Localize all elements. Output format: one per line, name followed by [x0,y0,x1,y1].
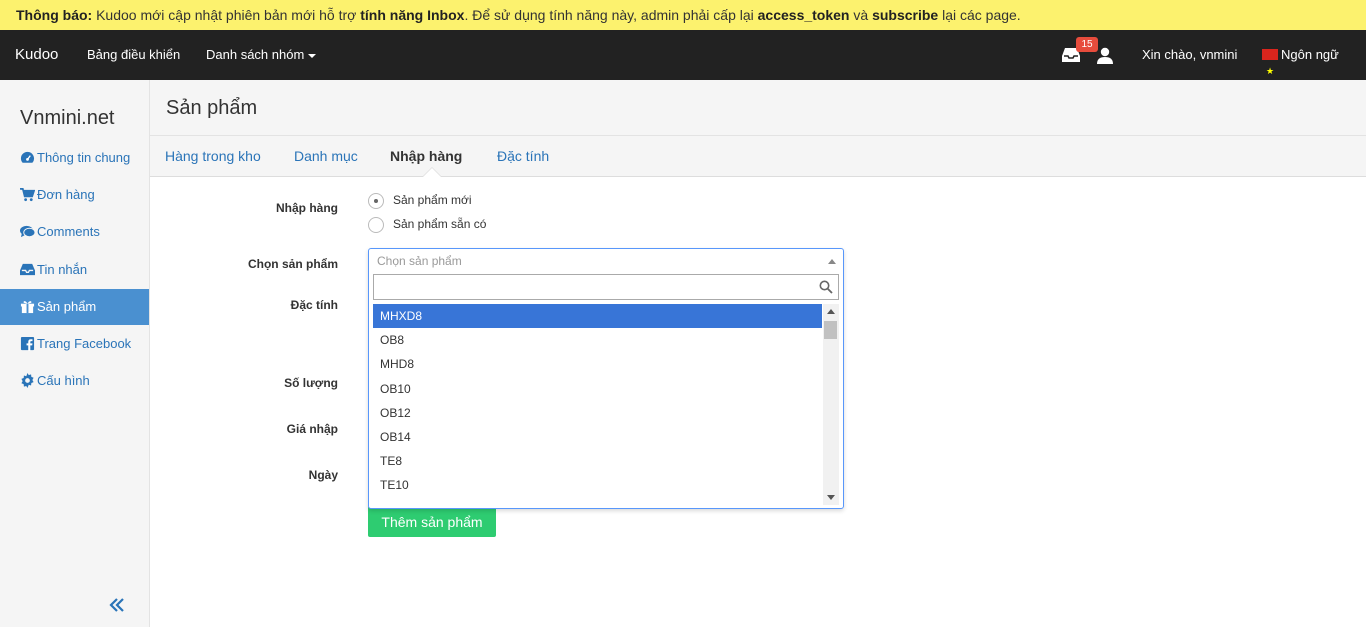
page-title: Sản phẩm [166,97,258,119]
notice-bold-inbox: tính năng Inbox [360,7,465,23]
radio-existing-product[interactable]: Sản phẩm sẵn có [368,215,486,233]
language-label: Ngôn ngữ [1281,47,1339,62]
active-tab-indicator [423,168,441,177]
sidebar-item-label: Đơn hàng [37,187,95,202]
search-icon [819,280,833,294]
select-placeholder[interactable]: Chọn sản phẩm [377,254,462,268]
tab-bar: Hàng trong kho Danh mục Nhập hàng Đặc tí… [150,136,1366,177]
sidebar-item-overview[interactable]: Thông tin chung [0,140,149,176]
sidebar-item-label: Cấu hình [37,373,90,388]
select-option[interactable]: MHXD8 [373,304,822,329]
date-label: Ngày [308,468,338,482]
select-option[interactable]: OB10 [373,377,822,401]
site-title: Vnmini.net [20,107,115,129]
inbox-count-badge: 15 [1076,37,1098,52]
select-option[interactable]: TE8 [373,449,822,473]
attribute-label: Đặc tính [290,298,338,312]
sidebar-item-settings[interactable]: Cấu hình [0,363,149,399]
nav-dashboard-link[interactable]: Bảng điều khiển [87,30,180,80]
page-header: Sản phẩm [150,80,1366,136]
scroll-up-arrow-icon[interactable] [827,309,835,314]
dashboard-icon [20,151,34,163]
top-navbar: Kudoo Bảng điều khiển Danh sách nhóm 15 … [0,30,1366,96]
tab-categories[interactable]: Danh mục [294,136,358,176]
cart-icon [20,188,36,202]
sidebar-item-label: Tin nhắn [37,262,88,277]
radio-label: Sản phẩm mới [393,193,472,207]
notice-bar: Thông báo: Kudoo mới cập nhật phiên bản … [0,0,1366,30]
sidebar-item-label: Comments [37,224,100,239]
add-product-button[interactable]: Thêm sản phẩm [368,506,496,537]
select-option[interactable]: MHD8 [373,352,822,376]
select-search-box[interactable] [373,274,839,300]
scroll-thumb[interactable] [824,321,837,339]
sidebar-item-comments[interactable]: Comments [0,214,149,250]
language-menu[interactable]: Ngôn ngữ [1262,30,1339,96]
nav-groups-dropdown[interactable]: Danh sách nhóm [206,30,317,80]
notice-text: lại các page. [938,7,1021,23]
sidebar-item-orders[interactable]: Đơn hàng [0,177,149,213]
radio-label: Sản phẩm sẵn có [393,217,487,231]
sidebar-item-messages[interactable]: Tin nhắn [0,252,149,288]
notice-prefix: Thông báo: [16,7,93,23]
user-icon[interactable] [1097,47,1113,64]
brand-link[interactable]: Kudoo [15,30,58,80]
caret-down-icon [308,53,317,58]
select-option[interactable]: OB14 [373,425,822,449]
chevron-up-icon[interactable] [828,259,836,264]
tab-inventory[interactable]: Hàng trong kho [165,136,261,176]
facebook-icon [20,336,35,351]
collapse-sidebar-icon[interactable] [108,596,126,614]
import-price-label: Giá nhập [286,422,338,436]
scroll-down-arrow-icon[interactable] [827,495,835,500]
notice-bold-token: access_token [757,7,850,23]
sidebar-item-products[interactable]: Sản phẩm [0,289,149,325]
choose-product-label: Chọn sản phẩm [247,257,338,271]
radio-button[interactable] [368,192,384,209]
radio-button[interactable] [368,216,384,233]
select-option[interactable]: OB8 [373,328,822,352]
options-scrollbar[interactable] [823,304,839,505]
nav-groups-label: Danh sách nhóm [206,47,305,62]
notice-bold-subscribe: subscribe [872,7,939,23]
radio-new-product[interactable]: Sản phẩm mới [368,191,472,209]
notice-text: và [849,7,873,23]
notice-text: Kudoo mới cập nhật phiên bản mới hỗ trợ [92,7,361,23]
gift-icon [20,301,35,314]
quantity-label: Số lượng [284,376,338,390]
sidebar-item-label: Sản phẩm [37,299,97,314]
select-search-input[interactable] [374,275,838,299]
user-greeting[interactable]: Xin chào, vnmini [1142,30,1237,80]
select-options-list: MHXD8 OB8 MHD8 OB10 OB12 OB14 TE8 TE10 [373,304,822,505]
sidebar-item-facebook-page[interactable]: Trang Facebook [0,326,149,362]
vietnam-flag-icon [1262,46,1278,96]
sidebar-item-label: Thông tin chung [37,150,131,165]
import-label: Nhập hàng [276,201,338,215]
comments-icon [20,225,36,238]
select-option[interactable]: OB12 [373,401,822,425]
notice-text: . Để sử dụng tính năng này, admin phải c… [464,7,758,23]
product-select-dropdown[interactable]: Chọn sản phẩm MHXD8 OB8 MHD8 OB10 OB12 O… [368,248,844,509]
tab-attributes[interactable]: Đặc tính [497,136,549,176]
gear-icon [21,373,34,388]
select-option[interactable]: TE10 [373,473,822,497]
sidebar: Vnmini.net Thông tin chung Đơn hàng Comm… [0,80,150,627]
inbox-icon [20,263,35,276]
sidebar-item-label: Trang Facebook [37,336,132,351]
